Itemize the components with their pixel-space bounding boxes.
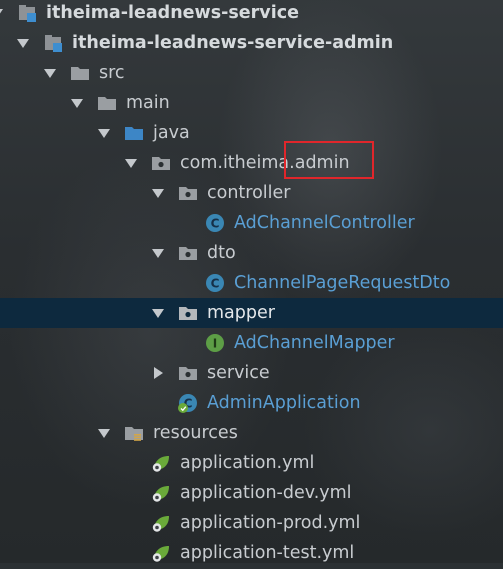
expand-arrow-icon[interactable] [43, 66, 57, 80]
module-icon [42, 32, 64, 54]
svg-text:C: C [211, 217, 220, 231]
tree-node-label: ChannelPageRequestDto [234, 273, 451, 293]
expand-arrow-icon[interactable] [151, 246, 165, 260]
package-icon [177, 362, 199, 384]
resources-folder-icon [123, 422, 145, 444]
tree-node-file-application-test-yml[interactable]: application-test.yml [0, 538, 503, 568]
tree-node-file-application-dev-yml[interactable]: application-dev.yml [0, 478, 503, 508]
tree-node-interface-adchannelmapper[interactable]: I AdChannelMapper [0, 328, 503, 358]
spring-yml-icon [150, 542, 172, 564]
tree-node-label: dto [207, 243, 236, 263]
tree-node-label: java [153, 123, 190, 143]
tree-node-class-adchannelcontroller[interactable]: C AdChannelController [0, 208, 503, 238]
tree-node-label: AdChannelMapper [234, 333, 395, 353]
tree-node-service[interactable]: service [0, 358, 503, 388]
tree-node-label: mapper [207, 303, 275, 323]
package-icon [177, 182, 199, 204]
tree-node-label: controller [207, 183, 291, 203]
tree-node-label: src [99, 63, 125, 83]
expand-arrow-icon[interactable] [70, 96, 84, 110]
tree-node-label: AdChannelController [234, 213, 415, 233]
tree-node-label: application.yml [180, 453, 315, 473]
tree-node-mapper[interactable]: mapper [0, 298, 503, 328]
tree-node-module-admin[interactable]: itheima-leadnews-service-admin [0, 28, 503, 58]
folder-icon [96, 92, 118, 114]
class-icon: C [204, 212, 226, 234]
spring-yml-icon [150, 512, 172, 534]
tree-node-dto[interactable]: dto [0, 238, 503, 268]
svg-text:I: I [213, 337, 217, 351]
package-icon [177, 242, 199, 264]
source-folder-icon [123, 122, 145, 144]
svg-text:C: C [211, 277, 220, 291]
tree-node-label: application-prod.yml [180, 513, 361, 533]
tree-node-controller[interactable]: controller [0, 178, 503, 208]
tree-node-module-service[interactable]: itheima-leadnews-service [0, 0, 503, 28]
tree-node-file-application-yml[interactable]: application.yml [0, 448, 503, 478]
tree-node-label: AdminApplication [207, 393, 361, 413]
tree-node-label: service [207, 363, 270, 383]
tree-node-package-admin[interactable]: com.itheima.admin [0, 148, 503, 178]
tree-node-label: resources [153, 423, 238, 443]
tree-node-resources[interactable]: resources [0, 418, 503, 448]
package-icon [150, 152, 172, 174]
expand-arrow-icon[interactable] [124, 156, 138, 170]
expand-arrow-icon[interactable] [0, 6, 4, 20]
tree-node-label: main [126, 93, 170, 113]
tree-node-java[interactable]: java [0, 118, 503, 148]
tree-node-label: itheima-leadnews-service-admin [72, 33, 394, 53]
highlight-box [284, 141, 374, 179]
tree-node-label: application-test.yml [180, 543, 355, 563]
tree-node-label: itheima-leadnews-service [46, 3, 299, 23]
collapse-arrow-icon[interactable] [151, 366, 165, 380]
spring-yml-icon [150, 482, 172, 504]
expand-arrow-icon[interactable] [16, 36, 30, 50]
folder-icon [69, 62, 91, 84]
expand-arrow-icon[interactable] [97, 426, 111, 440]
class-icon: C [204, 272, 226, 294]
expand-arrow-icon[interactable] [151, 306, 165, 320]
project-tree: itheima-leadnews-service itheima-leadnew… [0, 0, 503, 563]
tree-node-class-channelpagerequestdto[interactable]: C ChannelPageRequestDto [0, 268, 503, 298]
tree-node-class-adminapplication[interactable]: C AdminApplication [0, 388, 503, 418]
package-icon [177, 302, 199, 324]
spring-yml-icon [150, 452, 172, 474]
tree-node-main[interactable]: main [0, 88, 503, 118]
tree-node-label: application-dev.yml [180, 483, 352, 503]
expand-arrow-icon[interactable] [97, 126, 111, 140]
tree-node-src[interactable]: src [0, 58, 503, 88]
expand-arrow-icon[interactable] [151, 186, 165, 200]
tree-node-file-application-prod-yml[interactable]: application-prod.yml [0, 508, 503, 538]
module-icon [16, 2, 38, 24]
spring-boot-class-icon: C [177, 392, 199, 414]
interface-icon: I [204, 332, 226, 354]
